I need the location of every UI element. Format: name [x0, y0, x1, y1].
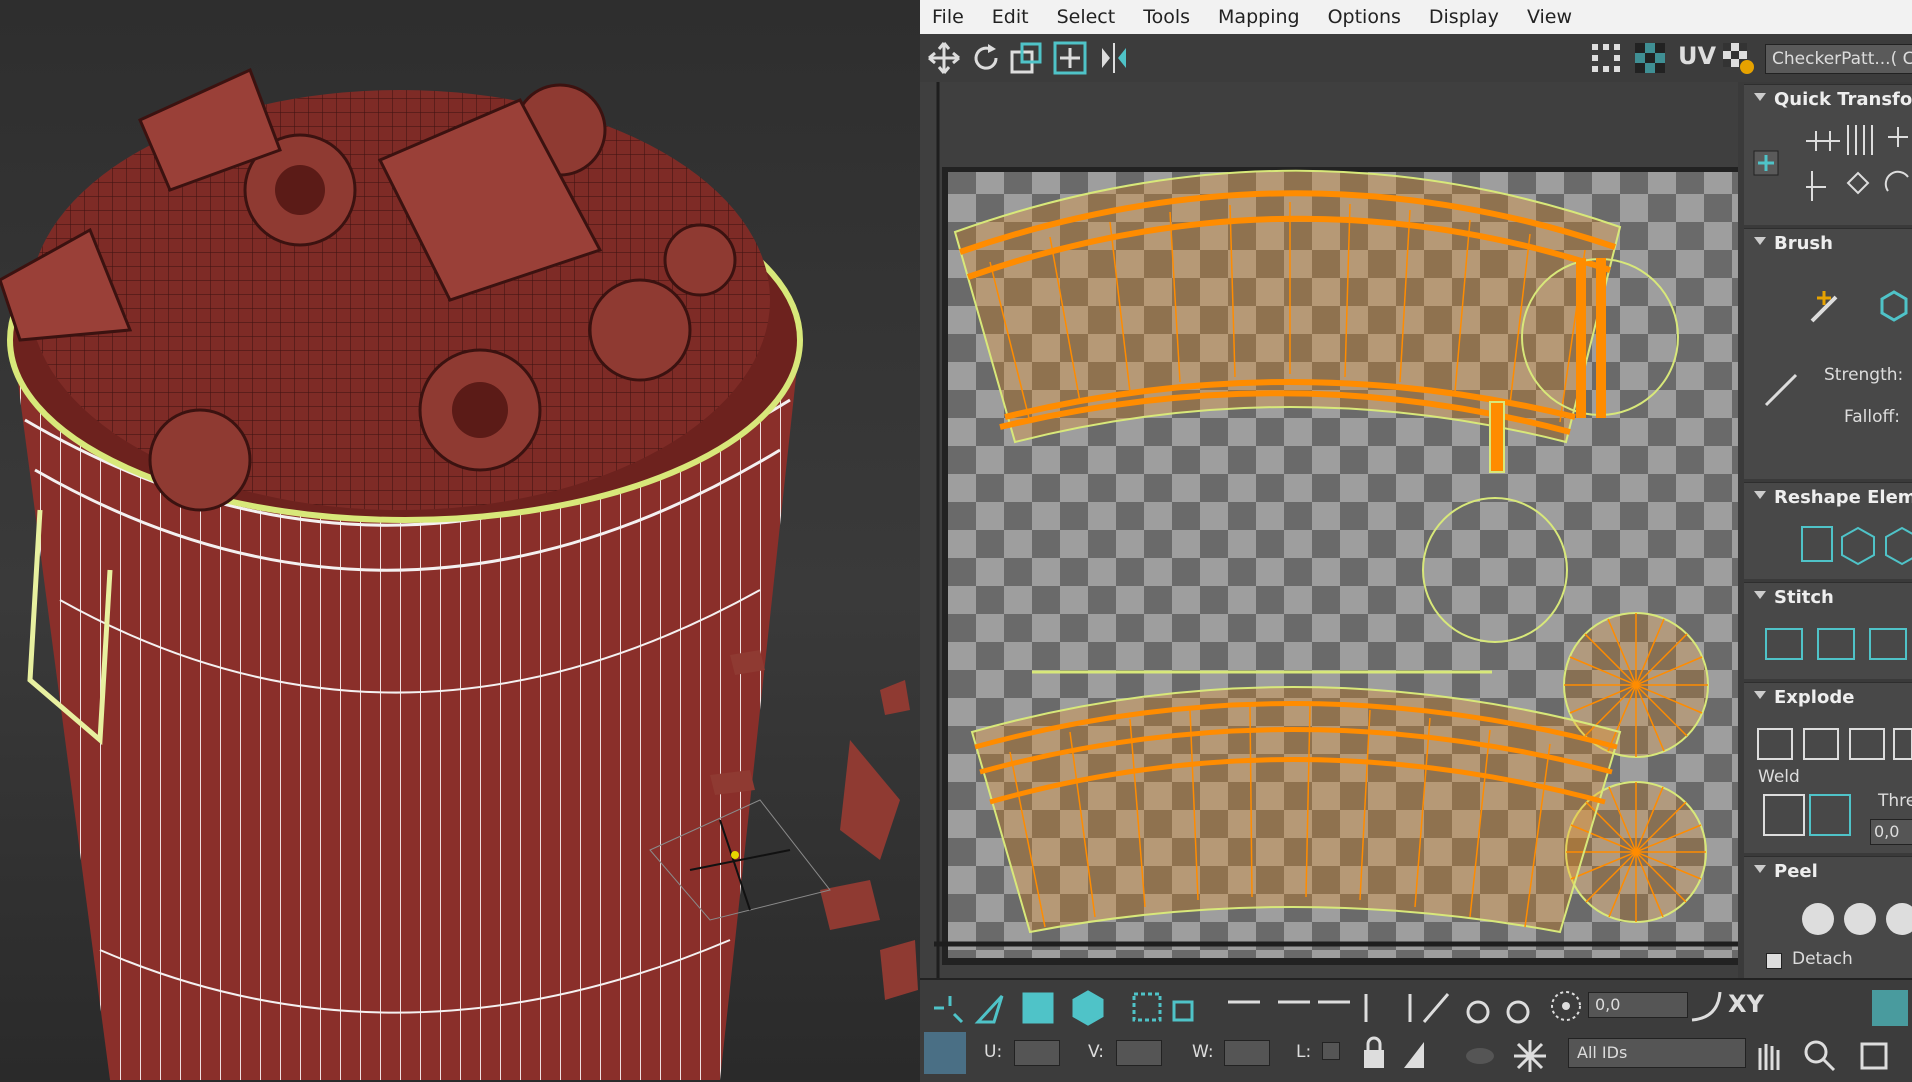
rotate-icon[interactable]: [968, 40, 1004, 76]
collapse-arrow-icon[interactable]: [1754, 93, 1766, 101]
peel-tools-icon[interactable]: [1798, 897, 1912, 941]
detach-checkbox[interactable]: [1766, 953, 1782, 969]
collapse-arrow-icon[interactable]: [1754, 237, 1766, 245]
stitch-section: Stitch: [1744, 582, 1912, 679]
lock-freeze-icons[interactable]: [1360, 1036, 1580, 1076]
soft-selection-icon[interactable]: [1548, 988, 1584, 1024]
add-pivot-icon[interactable]: [1752, 149, 1780, 177]
menu-edit[interactable]: Edit: [992, 6, 1029, 28]
uv-label[interactable]: UV: [1678, 42, 1716, 70]
lock-checkbox[interactable]: [1322, 1042, 1340, 1060]
selection-mode-icons[interactable]: [928, 988, 1438, 1028]
menu-file[interactable]: File: [932, 6, 964, 28]
reshape-tools-icon[interactable]: [1798, 523, 1912, 567]
uv-canvas[interactable]: [920, 82, 1740, 978]
peel-section: Peel Detach: [1744, 856, 1912, 979]
checker-settings-icon[interactable]: [1720, 40, 1756, 76]
xy-label[interactable]: XY: [1728, 990, 1764, 1018]
falloff-label: Falloff:: [1844, 407, 1900, 427]
stitch-tools-icon[interactable]: [1762, 623, 1912, 667]
uv-editor-window: File Edit Select Tools Mapping Options D…: [920, 0, 1912, 1082]
command-panel: Quick Transform Brush Strength: Falloff:…: [1738, 82, 1912, 979]
reshape-elements-section: Reshape Elemen: [1744, 482, 1912, 579]
select-mode-button[interactable]: [924, 1032, 966, 1074]
3d-viewport[interactable]: [0, 0, 920, 1080]
texture-dropdown[interactable]: CheckerPatt...( Ch: [1765, 44, 1912, 74]
material-ids-dropdown[interactable]: All IDs: [1568, 1038, 1746, 1068]
menu-bar: File Edit Select Tools Mapping Options D…: [920, 0, 1912, 34]
u-label: U:: [984, 1042, 1003, 1062]
scale-icon[interactable]: [1008, 40, 1044, 76]
threshold-field[interactable]: 0,0: [1870, 819, 1912, 845]
strength-label: Strength:: [1824, 365, 1904, 385]
collapse-arrow-icon[interactable]: [1754, 865, 1766, 873]
peel-title[interactable]: Peel: [1774, 861, 1818, 882]
quick-transform-section: Quick Transform: [1744, 84, 1912, 225]
brush-title[interactable]: Brush: [1774, 233, 1833, 254]
trash-bin-model-icon: [0, 67, 918, 1080]
pan-zoom-icons[interactable]: [1750, 1036, 1910, 1076]
move-icon[interactable]: [926, 40, 962, 76]
bottom-toolbar: 0,0 XY U: V: W: L: All IDs: [920, 978, 1912, 1082]
menu-display[interactable]: Display: [1429, 6, 1499, 28]
paint-brush-icon[interactable]: [1806, 287, 1846, 327]
weld-tools-icon[interactable]: [1762, 791, 1852, 839]
uv-space-toggle[interactable]: [1872, 990, 1908, 1026]
menu-options[interactable]: Options: [1328, 6, 1401, 28]
relax-brush-icon[interactable]: [1874, 287, 1912, 327]
u-field[interactable]: [1014, 1040, 1060, 1066]
falloff-curve-icon[interactable]: [1762, 369, 1802, 409]
soft-selection-value[interactable]: 0,0: [1588, 992, 1688, 1018]
threshold-label: Thre: [1878, 791, 1912, 811]
freeform-icon[interactable]: [1052, 40, 1088, 76]
menu-view[interactable]: View: [1527, 6, 1572, 28]
align-tools-icon[interactable]: [1802, 121, 1912, 211]
detach-label: Detach: [1792, 949, 1853, 969]
falloff-type-icon[interactable]: [1688, 988, 1724, 1024]
brush-pin-icons[interactable]: [1418, 988, 1538, 1028]
collapse-arrow-icon[interactable]: [1754, 691, 1766, 699]
show-grid-icon[interactable]: [1588, 40, 1624, 76]
v-label: V:: [1088, 1042, 1104, 1062]
brush-section: Brush Strength: Falloff:: [1744, 228, 1912, 479]
stitch-title[interactable]: Stitch: [1774, 587, 1834, 608]
reshape-elements-title[interactable]: Reshape Elemen: [1774, 487, 1912, 508]
w-label: W:: [1192, 1042, 1214, 1062]
menu-mapping[interactable]: Mapping: [1218, 6, 1300, 28]
v-field[interactable]: [1116, 1040, 1162, 1066]
collapse-arrow-icon[interactable]: [1754, 491, 1766, 499]
explode-tools-icon[interactable]: [1754, 723, 1912, 767]
explode-section: Explode Weld Thre 0,0: [1744, 682, 1912, 853]
show-map-icon[interactable]: [1632, 40, 1668, 76]
menu-select[interactable]: Select: [1057, 6, 1116, 28]
weld-label: Weld: [1758, 767, 1800, 787]
collapse-arrow-icon[interactable]: [1754, 591, 1766, 599]
menu-tools[interactable]: Tools: [1143, 6, 1190, 28]
w-field[interactable]: [1224, 1040, 1270, 1066]
uv-layout-icon: [934, 82, 1740, 978]
explode-title[interactable]: Explode: [1774, 687, 1854, 708]
mirror-icon[interactable]: [1096, 40, 1132, 76]
quick-transform-title[interactable]: Quick Transform: [1774, 89, 1912, 110]
l-label: L:: [1296, 1042, 1312, 1062]
top-toolbar: UV CheckerPatt...( Ch: [920, 34, 1912, 82]
